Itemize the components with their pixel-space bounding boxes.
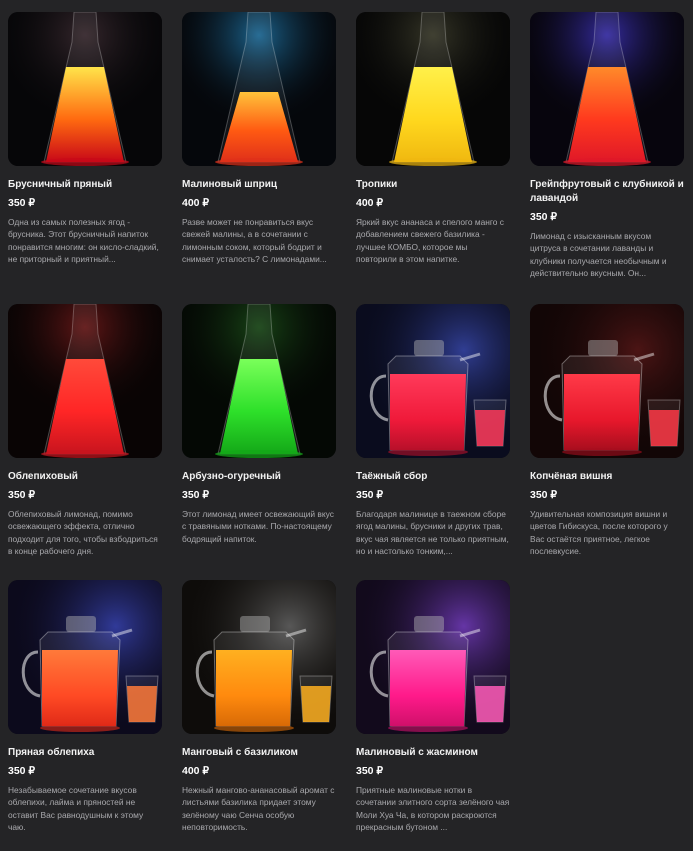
product-card[interactable]: Облепиховый 350 ₽ Облепиховый лимонад, пом… (8, 304, 162, 570)
product-description: Удивительная композиция вишни и цветов Г… (530, 509, 668, 557)
product-photo[interactable] (8, 304, 162, 458)
product-price: 400 ₽ (182, 765, 210, 777)
product-price: 400 ₽ (182, 197, 210, 209)
product-price: 400 ₽ (356, 197, 384, 209)
product-price: 350 ₽ (530, 489, 558, 501)
product-photo[interactable] (356, 12, 510, 166)
product-price: 350 ₽ (182, 489, 210, 501)
product-name[interactable]: Таёжный сбор (356, 470, 510, 484)
product-card[interactable]: Малиновый с жасмином 350 ₽ Приятные малино… (356, 580, 510, 846)
product-name[interactable]: Тропики (356, 178, 510, 192)
product-description: Нежный мангово-ананасовый аромат с листь… (182, 785, 335, 833)
product-card[interactable]: Тропики 400 ₽ Яркий вкус ананаса и спелого… (356, 12, 510, 278)
product-description: Одна из самых полезных ягод - брусника. … (8, 217, 159, 265)
product-name[interactable]: Малиновый с жасмином (356, 746, 510, 760)
product-name[interactable]: Арбузно-огуречный (182, 470, 336, 484)
product-name[interactable]: Пряная облепиха (8, 746, 162, 760)
product-card[interactable]: Таёжный сбор 350 ₽ Благодаря малинице в та… (356, 304, 510, 570)
product-photo[interactable] (356, 580, 510, 734)
product-photo[interactable] (182, 304, 336, 458)
product-price: 350 ₽ (8, 197, 36, 209)
product-card[interactable]: Грейпфрутовый с клубникой и лавандой 350 … (530, 12, 684, 292)
product-photo[interactable] (8, 580, 162, 734)
product-name[interactable]: Манговый с базиликом (182, 746, 336, 760)
product-card[interactable]: Малиновый шприц 400 ₽ Разве может не понра… (182, 12, 336, 278)
product-description: Благодаря малинице в таежном сборе ягод … (356, 509, 509, 557)
product-price: 350 ₽ (530, 211, 558, 223)
product-card[interactable]: Копчёная вишня 350 ₽ Удивительная композиц… (530, 304, 684, 570)
product-photo[interactable] (530, 304, 684, 458)
product-photo[interactable] (182, 580, 336, 734)
product-name[interactable]: Копчёная вишня (530, 470, 684, 484)
product-name[interactable]: Брусничный пряный (8, 178, 162, 192)
product-price: 350 ₽ (356, 489, 384, 501)
product-description: Яркий вкус ананаса и спелого манго с доб… (356, 217, 504, 265)
product-description: Этот лимонад имеет освежающий вкус с тра… (182, 509, 334, 544)
product-description: Приятные малиновые нотки в сочетании эли… (356, 785, 510, 833)
product-name[interactable]: Грейпфрутовый с клубникой и лавандой (530, 178, 684, 206)
product-description: Лимонад с изысканным вкусом цитруса в со… (530, 231, 667, 279)
product-card[interactable]: Пряная облепиха 350 ₽ Незабываемое сочетан… (8, 580, 162, 846)
product-grid: Брусничный пряный 350 ₽ Одна из самых поле… (0, 0, 693, 851)
product-card[interactable]: Брусничный пряный 350 ₽ Одна из самых поле… (8, 12, 162, 278)
product-photo[interactable] (8, 12, 162, 166)
product-card[interactable]: Арбузно-огуречный 350 ₽ Этот лимонад имеет… (182, 304, 336, 570)
product-price: 350 ₽ (8, 765, 36, 777)
product-price: 350 ₽ (356, 765, 384, 777)
product-description: Незабываемое сочетание вкусов облепихи, … (8, 785, 144, 833)
product-card[interactable]: Манговый с базиликом 400 ₽ Нежный мангово-… (182, 580, 336, 846)
product-name[interactable]: Малиновый шприц (182, 178, 336, 192)
product-photo[interactable] (182, 12, 336, 166)
product-photo[interactable] (356, 304, 510, 458)
product-name[interactable]: Облепиховый (8, 470, 162, 484)
product-description: Разве может не понравиться вкус свежей м… (182, 217, 327, 265)
product-price: 350 ₽ (8, 489, 36, 501)
product-description: Облепиховый лимонад, помимо освежающего … (8, 509, 158, 557)
product-photo[interactable] (530, 12, 684, 166)
